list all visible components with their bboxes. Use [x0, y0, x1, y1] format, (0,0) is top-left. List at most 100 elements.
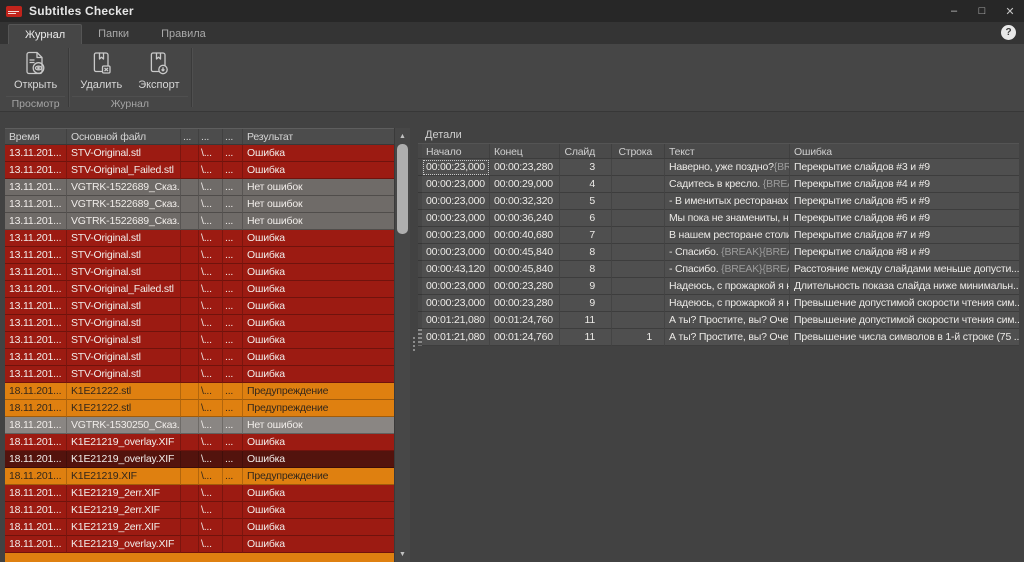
log-cell-time: 13.11.201...: [5, 179, 67, 196]
log-row[interactable]: 18.11.201...K1E21219_2err.XIF\...Ошибка: [5, 502, 394, 519]
panel-splitter[interactable]: [410, 128, 418, 562]
log-cell-time: 18.11.201...: [5, 417, 67, 434]
export-button[interactable]: Экспорт: [130, 46, 187, 93]
column-header[interactable]: ...: [199, 129, 223, 144]
log-cell-file: K1E21219_overlay.XIF: [67, 434, 181, 451]
details-row[interactable]: 00:00:23,00000:00:29,0004Садитесь в крес…: [418, 176, 1019, 193]
log-cell-time: 18.11.201...: [5, 451, 67, 468]
scrollbar-thumb[interactable]: [397, 144, 408, 234]
details-cell-slide: 7: [560, 227, 612, 244]
column-header[interactable]: Время: [5, 129, 67, 144]
column-header[interactable]: Начало: [422, 144, 490, 158]
details-cell-slide: 8: [560, 244, 612, 261]
log-row[interactable]: 13.11.201...STV-Original.stl\......Ошибк…: [5, 315, 394, 332]
log-row[interactable]: 13.11.201...VGTRK-1522689_Сказ...\......…: [5, 179, 394, 196]
tab-rules[interactable]: Правила: [145, 24, 222, 44]
ribbon-group: Удалить ЭкспортЖурнал: [70, 44, 189, 111]
log-row[interactable]: 18.11.201...K1E21219_2err.XIF\...Ошибка: [5, 485, 394, 502]
log-row[interactable]: 18.11.201...K1E21219_overlay.XIF\...Ошиб…: [5, 536, 394, 553]
details-row[interactable]: 00:00:23,00000:00:40,6807В нашем рестора…: [418, 227, 1019, 244]
details-row[interactable]: 00:00:23,00000:00:32,3205- В именитых ре…: [418, 193, 1019, 210]
log-row[interactable]: 18.11.201...K1E21222.stl\......Предупреж…: [5, 400, 394, 417]
log-row[interactable]: 13.11.201...STV-Original.stl\......Ошибк…: [5, 366, 394, 383]
log-cell-c4: \...: [199, 298, 223, 315]
column-header[interactable]: Конец: [490, 144, 560, 158]
details-row[interactable]: 00:01:21,08000:01:24,76011А ты? Простите…: [418, 312, 1019, 329]
log-row[interactable]: 13.11.201...STV-Original_Failed.stl\....…: [5, 162, 394, 179]
log-row[interactable]: 18.11.201...K1E21219_overlay.XIF\......О…: [5, 451, 394, 468]
column-header[interactable]: Строка: [612, 144, 665, 158]
log-cell-c3: [181, 400, 199, 417]
column-header[interactable]: Ошибка: [790, 144, 1019, 158]
column-header[interactable]: Основной файл: [67, 129, 181, 144]
log-row[interactable]: 13.11.201...STV-Original.stl\......Ошибк…: [5, 332, 394, 349]
log-row[interactable]: 13.11.201...STV-Original.stl\......Ошибк…: [5, 247, 394, 264]
log-cell-file: STV-Original.stl: [67, 264, 181, 281]
close-button[interactable]: ✕: [996, 0, 1024, 22]
column-header[interactable]: Результат: [243, 129, 410, 144]
maximize-button[interactable]: □: [968, 0, 996, 22]
details-row[interactable]: 00:01:21,08000:01:24,760111А ты? Простит…: [418, 329, 1019, 346]
log-cell-c4: \...: [199, 213, 223, 230]
details-row[interactable]: 00:00:23,00000:00:45,8408- Спасибо. {BRE…: [418, 244, 1019, 261]
details-cell-line: [612, 295, 665, 312]
help-button[interactable]: ?: [1001, 25, 1016, 40]
log-cell-result: Предупреждение: [243, 468, 394, 485]
log-cell-c3: [181, 162, 199, 179]
log-row[interactable]: 13.11.201...STV-Original.stl\......Ошибк…: [5, 264, 394, 281]
log-cell-file: K1E21222.stl: [67, 383, 181, 400]
details-row[interactable]: 00:00:23,00000:00:23,2809Надеюсь, с прож…: [418, 295, 1019, 312]
details-cell-slide: 8: [560, 261, 612, 278]
details-cell-end: 00:00:29,000: [490, 176, 560, 193]
column-header[interactable]: ...: [223, 129, 243, 144]
details-cell-end: 00:00:32,320: [490, 193, 560, 210]
tab-folders[interactable]: Папки: [82, 24, 145, 44]
log-cell-file: VGTRK-1522689_Сказ...: [67, 213, 181, 230]
log-cell-result: Нет ошибок: [243, 179, 394, 196]
details-row[interactable]: 00:00:23,00000:00:23,2803Наверно, уже по…: [418, 159, 1019, 176]
log-row[interactable]: 13.11.201...STV-Original.stl\......Ошибк…: [5, 230, 394, 247]
log-row[interactable]: 13.11.201...STV-Original_Failed.stl\....…: [5, 281, 394, 298]
log-row[interactable]: 18.11.201...K1E21219.XIF\......Предупреж…: [5, 468, 394, 485]
log-row[interactable]: 18.11.201...K1E21219_2err.XIF\...Ошибка: [5, 519, 394, 536]
delete-button[interactable]: Удалить: [72, 46, 130, 93]
log-row[interactable]: 18.11.201...K1E21222.stl\......Предупреж…: [5, 383, 394, 400]
details-row[interactable]: 00:00:43,12000:00:45,8408- Спасибо. {BRE…: [418, 261, 1019, 278]
log-row[interactable]: 18.11.201...VGTRK-1530250_Сказ...\......…: [5, 417, 394, 434]
log-row[interactable]: 13.11.201...STV-Original.stl\......Ошибк…: [5, 145, 394, 162]
details-cell-slide: 11: [560, 329, 612, 346]
log-row[interactable]: 13.11.201...VGTRK-1522689_Сказ...\......…: [5, 213, 394, 230]
scroll-up-icon[interactable]: ▲: [395, 129, 410, 143]
open-button[interactable]: Открыть: [6, 46, 65, 93]
log-row-partial[interactable]: [5, 553, 394, 562]
log-row[interactable]: 18.11.201...K1E21219_overlay.XIF\......О…: [5, 434, 394, 451]
log-row[interactable]: 13.11.201...VGTRK-1522689_Сказ...\......…: [5, 196, 394, 213]
log-cell-c3: [181, 468, 199, 485]
details-cell-slide: 4: [560, 176, 612, 193]
log-cell-c4: \...: [199, 536, 223, 553]
tab-journal[interactable]: Журнал: [8, 24, 82, 44]
log-table-scrollbar[interactable]: ▲ ▼: [394, 128, 410, 562]
column-header[interactable]: Текст: [665, 144, 790, 158]
minimize-button[interactable]: –: [940, 0, 968, 22]
ribbon-group: ОткрытьПросмотр: [4, 44, 67, 111]
details-header: НачалоКонецСлайдСтрокаТекстОшибка: [418, 143, 1019, 159]
details-cell-text: - В именитых ресторанах: [665, 193, 790, 210]
column-header[interactable]: Слайд: [560, 144, 612, 158]
log-cell-c5: ...: [223, 162, 243, 179]
log-row[interactable]: 13.11.201...STV-Original.stl\......Ошибк…: [5, 349, 394, 366]
details-cell-line: [612, 278, 665, 295]
log-cell-file: STV-Original.stl: [67, 315, 181, 332]
log-cell-c3: [181, 349, 199, 366]
log-cell-c4: \...: [199, 196, 223, 213]
details-cell-end: 00:00:23,280: [490, 278, 560, 295]
details-row[interactable]: 00:00:23,00000:00:36,2406Мы пока не знам…: [418, 210, 1019, 227]
log-row[interactable]: 13.11.201...STV-Original.stl\......Ошибк…: [5, 298, 394, 315]
ribbon-toolbar: ОткрытьПросмотр Удалить ЭкспортЖурнал: [0, 44, 1024, 112]
log-cell-c5: ...: [223, 145, 243, 162]
column-header[interactable]: ...: [181, 129, 199, 144]
details-row[interactable]: 00:00:23,00000:00:23,2809Надеюсь, с прож…: [418, 278, 1019, 295]
log-cell-result: Ошибка: [243, 451, 394, 468]
titlebar[interactable]: Subtitles Checker – □ ✕: [0, 0, 1024, 22]
scroll-down-icon[interactable]: ▼: [395, 547, 410, 561]
